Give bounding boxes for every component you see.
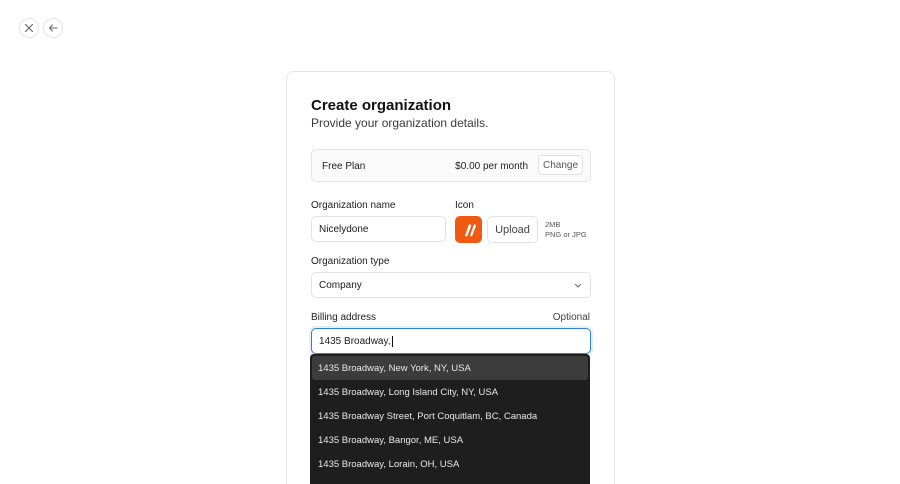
organization-name-input[interactable]: Nicelydone: [311, 216, 446, 242]
organization-name-value: Nicelydone: [319, 223, 369, 235]
change-plan-button[interactable]: Change: [538, 155, 583, 175]
suggestion-option[interactable]: 1435 Broadway Street, Port Coquitlam, BC…: [312, 404, 588, 428]
billing-address-label: Billing address: [311, 312, 377, 323]
page-subtitle: Provide your organization details.: [311, 116, 489, 130]
organization-name-label: Organization name: [311, 200, 396, 211]
suggestion-option[interactable]: 1435 Broadway, Bangor, ME, USA: [312, 428, 588, 452]
organization-type-value: Company: [319, 279, 362, 291]
close-icon: [24, 23, 34, 33]
arrow-left-icon: [48, 24, 58, 32]
close-button[interactable]: [19, 18, 39, 38]
plan-name: Free Plan: [322, 161, 366, 172]
suggestion-option[interactable]: 1435 Broadway, New York, NY, USA: [312, 356, 588, 380]
plan-price: $0.00 per month: [455, 161, 528, 172]
nicelydone-logo-icon: [464, 223, 476, 236]
organization-type-label: Organization type: [311, 256, 390, 267]
address-suggestions-dropdown: 1435 Broadway, New York, NY, USA 1435 Br…: [310, 354, 590, 484]
plan-summary: Free Plan $0.00 per month Change: [311, 149, 591, 182]
chevron-down-icon: [574, 283, 582, 288]
upload-type-hint: PNG or JPG: [545, 230, 587, 239]
icon-label: Icon: [455, 200, 474, 211]
text-caret: [391, 335, 393, 347]
organization-type-select[interactable]: Company: [311, 272, 591, 298]
billing-address-input[interactable]: 1435 Broadway,: [311, 328, 591, 354]
billing-address-value: 1435 Broadway,: [319, 335, 391, 347]
page-title: Create organization: [311, 97, 452, 114]
page: Create organization Provide your organiz…: [0, 0, 900, 484]
suggestion-option[interactable]: 1435 Broadway, Lorain, OH, USA: [312, 452, 588, 476]
upload-hint: 2MB PNG or JPG: [545, 220, 587, 240]
upload-icon-button[interactable]: Upload: [487, 216, 538, 243]
organization-icon-preview: [455, 216, 482, 243]
back-button[interactable]: [43, 18, 63, 38]
billing-optional-label: Optional: [552, 312, 590, 323]
suggestion-option[interactable]: 1435 Broadway, Long Island City, NY, USA: [312, 380, 588, 404]
upload-size-hint: 2MB: [545, 220, 561, 229]
